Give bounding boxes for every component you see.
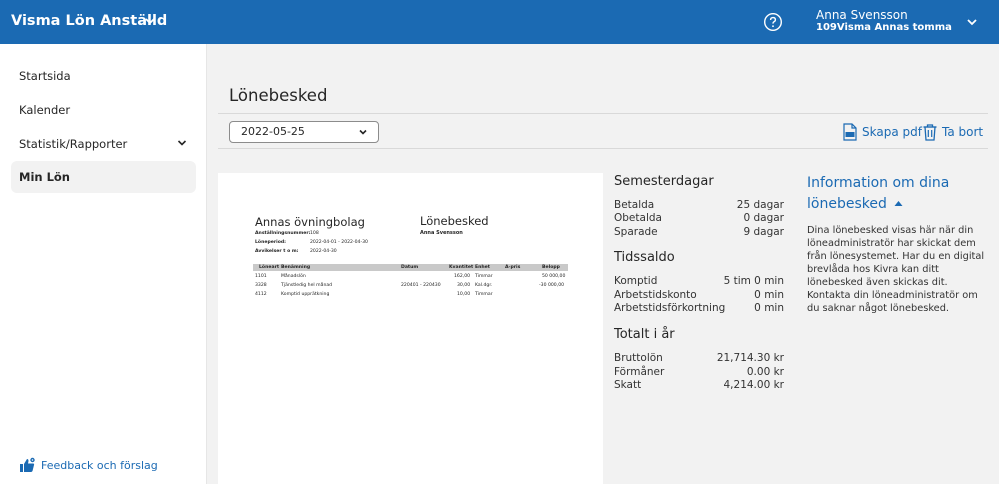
column-header: Belopp — [542, 265, 560, 270]
chevron-down-icon — [177, 140, 187, 146]
create-pdf-label: Skapa pdf — [862, 125, 922, 139]
column-header: Datum — [401, 265, 419, 270]
create-pdf-button[interactable]: Skapa pdf — [842, 123, 922, 141]
time-balance-label: Arbetstidskonto — [614, 289, 697, 301]
info-toggle[interactable]: Information om dina lönebesked — [807, 173, 977, 215]
vacation-label: Sparade — [614, 226, 658, 238]
vacation-label: Obetalda — [614, 212, 662, 224]
chevron-down-icon[interactable] — [143, 14, 157, 28]
payslip-meta-row: Anställningsnummer:108 — [255, 231, 319, 236]
pdf-icon — [843, 123, 857, 141]
table-cell: Komptid upprätkning — [281, 292, 330, 297]
table-cell: Månadslön — [281, 274, 306, 279]
sidebar-item-statistik[interactable]: Statistik/Rapporter — [11, 128, 196, 160]
time-balance-label: Komptid — [614, 275, 658, 287]
time-balance-label: Arbetstidsförkortning — [614, 302, 726, 314]
table-cell: Timmar — [475, 274, 493, 279]
table-cell: 3328 — [255, 283, 267, 288]
delete-label: Ta bort — [942, 125, 984, 139]
feedback-link[interactable]: Feedback och förslag — [19, 457, 158, 474]
column-header: Benämning — [281, 265, 311, 270]
year-total-value: 4,214.00 kr — [723, 379, 785, 391]
info-title: Information om dina lönebesked — [807, 175, 950, 212]
table-cell: Tjänstledig hel månad — [281, 283, 333, 288]
column-header: Kvantitet — [449, 265, 474, 270]
divider — [218, 113, 988, 114]
sidebar-item-label: Statistik/Rapporter — [19, 137, 128, 151]
table-cell: 10,00 — [457, 292, 471, 297]
table-cell: 162,00 — [454, 274, 471, 279]
payslip-employee: Anna Svensson — [420, 230, 463, 236]
vacation-label: Betalda — [614, 199, 655, 211]
chevron-down-icon — [359, 129, 367, 135]
sidebar: Startsida Kalender Statistik/Rapporter M… — [0, 44, 207, 484]
payslip-meta-row: Löneperiod: 2022-04-01 - 2022-04-30 — [255, 240, 368, 245]
feedback-icon — [20, 457, 35, 472]
caret-up-icon — [894, 201, 903, 206]
delete-button[interactable]: Ta bort — [922, 123, 983, 141]
table-cell: Kal.dgr. — [475, 283, 493, 288]
year-total-title: Totalt i år — [614, 327, 675, 342]
table-cell: 30,00 — [457, 283, 471, 288]
table-cell: -30 000,00 — [539, 283, 565, 288]
user-name[interactable]: Anna Svensson — [816, 8, 908, 22]
payslip-date-select[interactable]: 2022-05-25 — [229, 121, 379, 143]
page-title: Lönebesked — [229, 86, 328, 105]
help-icon[interactable] — [763, 12, 783, 32]
time-balance-value: 0 min — [754, 289, 784, 301]
info-text: Dina lönebesked visas här när din lönead… — [807, 225, 985, 314]
payslip-company: Annas övningbolag — [255, 215, 365, 229]
vacation-value: 9 dagar — [743, 226, 784, 238]
column-header: A-pris — [505, 265, 521, 270]
sidebar-item-kalender[interactable]: Kalender — [11, 94, 196, 126]
time-balance-title: Tidssaldo — [614, 250, 675, 265]
sidebar-item-startsida[interactable]: Startsida — [11, 60, 196, 92]
year-total-label: Förmåner — [614, 366, 665, 378]
vacation-value: 25 dagar — [736, 199, 784, 211]
sidebar-item-label: Startsida — [19, 69, 71, 83]
year-total-value: 0.00 kr — [746, 366, 784, 378]
table-cell: 4112 — [255, 292, 267, 297]
top-bar: Visma Lön Anställd Anna Svensson 109Vism… — [0, 0, 999, 44]
feedback-label: Feedback och förslag — [41, 459, 158, 472]
vacation-value: 0 dagar — [743, 212, 784, 224]
column-header: Enhet — [475, 265, 490, 270]
sidebar-item-label: Kalender — [19, 103, 71, 117]
payslip-title: Lönebesked — [420, 214, 489, 228]
user-organization[interactable]: 109Visma Annas tomma — [816, 22, 952, 33]
payslip-meta-row: Avvikelser t o m: 2022-04-30 — [255, 249, 337, 254]
sidebar-item-min-lon[interactable]: Min Lön — [11, 161, 196, 193]
selected-date: 2022-05-25 — [241, 125, 305, 138]
table-cell: Timmar — [475, 292, 493, 297]
time-balance-value: 0 min — [754, 302, 784, 314]
sidebar-item-label: Min Lön — [19, 170, 70, 184]
table-cell: 220401 - 220430 — [401, 283, 441, 288]
chevron-down-icon[interactable] — [965, 15, 979, 29]
divider — [218, 148, 988, 149]
time-balance-value: 5 tim 0 min — [723, 275, 784, 287]
year-total-value: 21,714.30 kr — [716, 352, 784, 364]
vacation-title: Semesterdagar — [614, 174, 714, 189]
table-cell: 50 000,00 — [542, 274, 566, 279]
payslip-preview: Annas övningbolag Lönebesked Anna Svenss… — [218, 173, 603, 484]
trash-icon — [923, 124, 937, 141]
column-header: Löneart — [259, 265, 280, 270]
year-total-label: Skatt — [614, 379, 642, 391]
table-cell: 1101 — [255, 274, 267, 279]
year-total-label: Bruttolön — [614, 352, 663, 364]
